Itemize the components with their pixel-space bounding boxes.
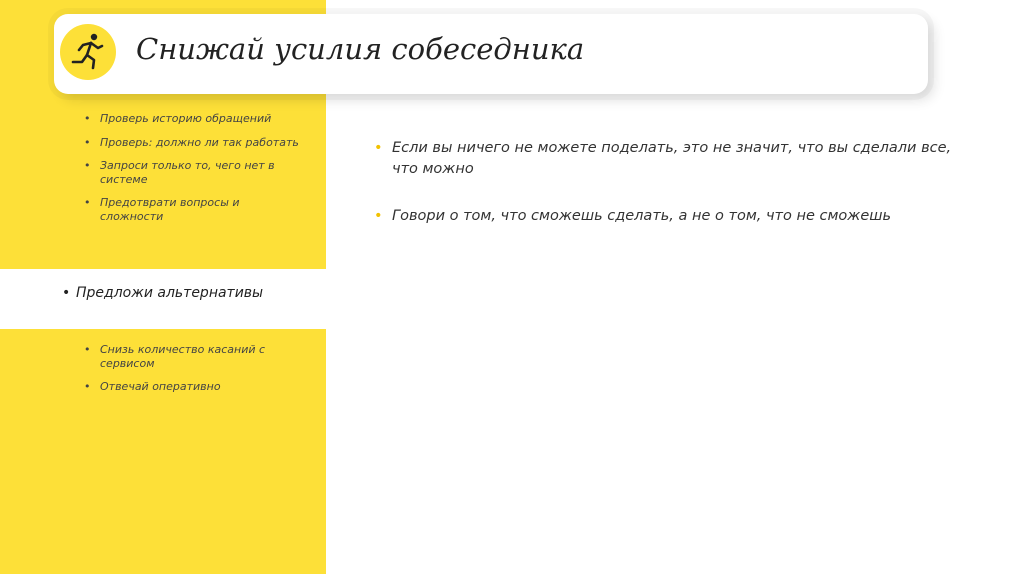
highlight-list: Предложи альтернативы: [62, 284, 324, 302]
top-left-list: Проверь историю обращений Проверь: должн…: [84, 112, 304, 233]
list-item: Если вы ничего не можете поделать, это н…: [374, 138, 974, 180]
list-item: Снизь количество касаний с сервисом: [84, 343, 304, 370]
list-item: Отвечай оперативно: [84, 380, 304, 394]
running-person-icon: [71, 33, 104, 70]
list-item: Проверь историю обращений: [84, 112, 304, 126]
list-item: Говори о том, что сможешь сделать, а не …: [374, 206, 974, 227]
page-title: Снижай усилия собеседника: [136, 32, 585, 66]
list-item: Проверь: должно ли так работать: [84, 136, 304, 150]
right-list: Если вы ничего не можете поделать, это н…: [374, 138, 974, 253]
highlight-item: Предложи альтернативы: [62, 284, 324, 302]
list-item: Запроси только то, чего нет в системе: [84, 159, 304, 186]
bottom-left-list: Снизь количество касаний с сервисом Отве…: [84, 343, 304, 404]
list-item: Предотврати вопросы и сложности: [84, 196, 304, 223]
logo: [60, 24, 116, 80]
